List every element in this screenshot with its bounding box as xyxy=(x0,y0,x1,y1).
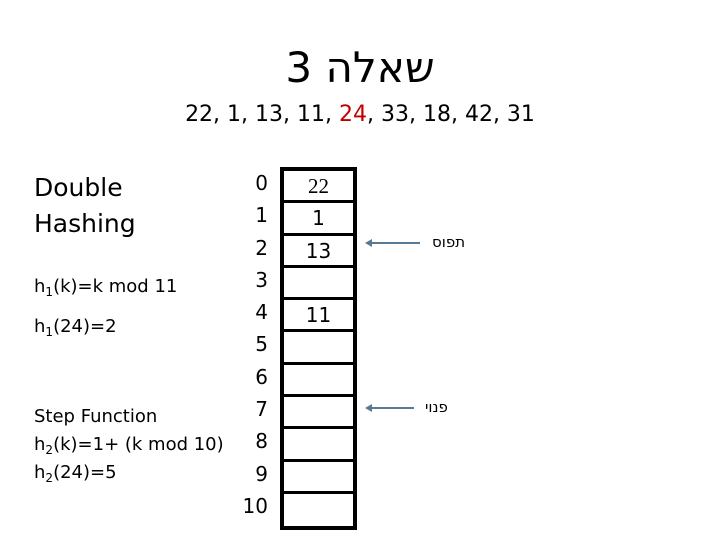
fn-subscript: 1 xyxy=(45,285,54,299)
fn-name: h xyxy=(34,434,46,455)
fn-name: h xyxy=(34,462,46,483)
slide-title: שאלה 3 xyxy=(285,43,435,92)
table-cell xyxy=(284,429,353,462)
table-index: 5 xyxy=(255,332,268,357)
table-cell xyxy=(284,332,353,365)
table-index: 9 xyxy=(255,461,268,486)
sequence-highlighted-key: 24 xyxy=(339,102,367,127)
h1-definition: h1(k)=k mod 11 xyxy=(34,273,177,301)
sequence-after: , 33, 18, 42, 31 xyxy=(367,102,535,127)
fn-body: (k)=1+ (k mod 10) xyxy=(53,434,224,455)
fn-name: h xyxy=(34,276,46,297)
step-function-label: Step Function xyxy=(34,406,158,427)
table-cell: 22 xyxy=(284,171,353,204)
table-cell: 13 xyxy=(284,236,353,268)
fn-body: (24)=5 xyxy=(53,462,117,483)
h1-value: h1(24)=2 xyxy=(34,313,117,341)
table-cell: 11 xyxy=(284,300,353,333)
table-index: 6 xyxy=(255,364,268,389)
fn-name: h xyxy=(34,316,46,337)
table-index: 1 xyxy=(255,203,268,228)
heading-line-2: Hashing xyxy=(34,209,136,238)
hash-table: 22 1 13 11 xyxy=(280,167,357,531)
fn-subscript: 1 xyxy=(45,325,54,339)
heading-line-1: Double xyxy=(34,173,123,202)
fn-body: (k)=k mod 11 xyxy=(53,276,178,297)
arrow-free xyxy=(365,404,414,412)
table-index: 3 xyxy=(255,267,268,292)
step-function-block: Step Function h2(k)=1+ (k mod 10) h2(24)… xyxy=(34,403,224,487)
label-occupied: תפוס xyxy=(432,233,466,251)
table-index: 10 xyxy=(242,493,268,518)
table-index: 8 xyxy=(255,429,268,454)
table-cell xyxy=(284,462,353,494)
table-cell xyxy=(284,268,353,301)
key-sequence: 22, 1, 13, 11, 24, 33, 18, 42, 31 xyxy=(0,100,720,130)
sequence-before: 22, 1, 13, 11, xyxy=(185,102,339,127)
label-free: פנוי xyxy=(425,398,448,416)
h2-value: h2(24)=5 xyxy=(34,459,224,487)
table-index: 4 xyxy=(255,300,268,325)
table-cell xyxy=(284,365,353,398)
fn-subscript: 2 xyxy=(45,443,54,457)
table-index-column: 0 1 2 3 4 5 6 7 8 9 10 xyxy=(234,167,268,522)
method-heading: Double Hashing xyxy=(34,170,136,242)
fn-body: (24)=2 xyxy=(53,316,117,337)
table-cell xyxy=(284,494,353,526)
table-index: 7 xyxy=(255,397,268,422)
fn-subscript: 2 xyxy=(45,471,54,485)
table-index: 2 xyxy=(255,235,268,260)
table-cell: 1 xyxy=(284,203,353,236)
table-index: 0 xyxy=(255,171,268,195)
h2-definition: h2(k)=1+ (k mod 10) xyxy=(34,431,224,459)
arrow-occupied xyxy=(365,239,420,247)
table-cell xyxy=(284,397,353,430)
